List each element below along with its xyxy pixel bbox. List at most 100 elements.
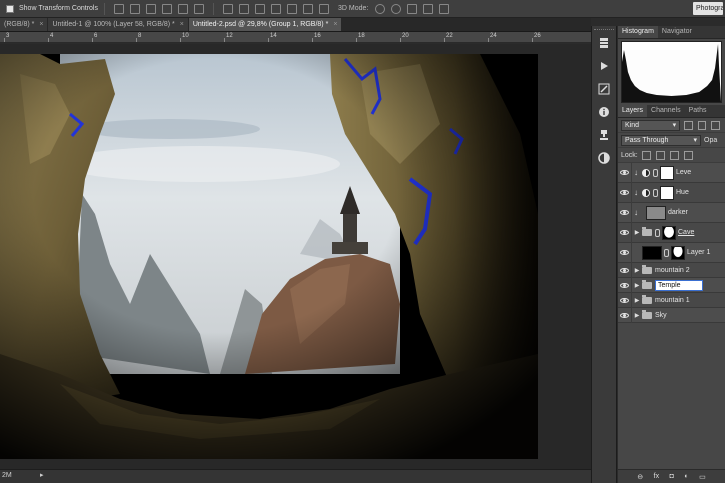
layer-mask-thumbnail[interactable] [671,245,685,260]
tab-document-3[interactable]: Untitled-2.psd @ 29,8% (Group 1, RGB/8) … [188,18,342,31]
align-bottom-icon[interactable] [145,3,156,14]
layer-temple[interactable]: ▶ Temple [618,277,725,293]
auto-align-icon[interactable] [318,3,329,14]
distribute-hcenter-icon[interactable] [286,3,297,14]
layer-layer-1[interactable]: Layer 1 [618,242,725,263]
tab-document-2[interactable]: Untitled-1 @ 100% (Layer 58, RGB/8) * × [48,18,188,31]
tab-label: Untitled-1 @ 100% (Layer 58, RGB/8) * [52,21,175,28]
histogram-panel [618,39,725,105]
align-left-icon[interactable] [161,3,172,14]
3d-drag-icon[interactable] [407,3,418,14]
tab-paths[interactable]: Paths [685,105,711,117]
visibility-toggle[interactable] [618,277,632,293]
layer-comps-icon[interactable] [597,36,611,50]
brush-icon[interactable] [597,82,611,96]
close-icon[interactable]: × [39,18,43,31]
visibility-toggle[interactable] [618,202,632,223]
clone-source-icon[interactable] [597,128,611,142]
close-icon[interactable]: × [180,18,184,31]
eye-icon [620,210,629,215]
chevron-down-icon: ▾ [672,121,677,129]
visibility-toggle[interactable] [618,162,632,183]
ruler-tick [532,38,533,42]
distribute-left-icon[interactable] [270,3,281,14]
eye-icon [620,282,629,288]
align-right-icon[interactable] [193,3,204,14]
align-top-icon[interactable] [113,3,124,14]
strip-grip[interactable] [594,29,614,32]
tab-channels[interactable]: Channels [647,105,685,117]
visibility-toggle[interactable] [618,262,632,278]
visibility-toggle[interactable] [618,222,632,243]
filter-kind-select[interactable]: Kind ▾ [621,119,681,131]
expand-arrow-icon[interactable]: ▶ [632,267,642,274]
layer-mountain-2[interactable]: ▶ mountain 2 [618,262,725,278]
close-icon[interactable]: × [333,18,337,31]
layer-thumbnail[interactable] [646,205,666,220]
layer-name: Layer 1 [687,249,711,256]
canvas-area[interactable] [0,44,591,469]
status-menu-arrow[interactable]: ▸ [40,471,44,479]
lock-pixels-icon[interactable] [655,150,665,160]
3d-slide-icon[interactable] [423,3,434,14]
layer-mask-thumbnail[interactable] [660,165,674,180]
tab-layers[interactable]: Layers [618,105,648,117]
fx-button[interactable]: fx [654,473,659,480]
show-transform-checkbox[interactable] [6,4,14,13]
visibility-toggle[interactable] [618,182,632,203]
expand-arrow-icon[interactable]: ▶ [632,229,642,236]
tab-document-1[interactable]: (RGB/8) * × [0,18,48,31]
tab-histogram[interactable]: Histogram [618,26,658,38]
expand-arrow-icon[interactable]: ▶ [632,312,642,319]
distribute-top-icon[interactable] [222,3,233,14]
align-hcenter-icon[interactable] [177,3,188,14]
workspace-switcher[interactable]: Photography [693,2,723,15]
play-icon[interactable] [597,59,611,73]
document-canvas[interactable] [0,54,538,459]
expand-arrow-icon[interactable]: ▶ [632,297,642,304]
layer-sky[interactable]: ▶ Sky [618,307,725,323]
info-icon[interactable] [597,105,611,119]
horizontal-ruler[interactable]: 3 4 6 8 10 12 14 16 18 20 22 24 26 [0,32,591,43]
link-layers-icon[interactable]: ⊖ [637,473,643,481]
distribute-bottom-icon[interactable] [254,3,265,14]
ruler-tick [444,38,445,42]
layer-mountain-1[interactable]: ▶ mountain 1 [618,292,725,308]
layer-darker[interactable]: ↓ darker [618,202,725,223]
filter-type-icon[interactable] [711,120,720,130]
expand-arrow-icon[interactable]: ▶ [632,282,642,289]
ruler-label: 16 [314,33,321,39]
options-bar: Show Transform Controls 3D Mode: Photogr… [0,0,725,18]
filter-adjust-icon[interactable] [697,120,707,130]
3d-rotate-icon[interactable] [375,3,386,14]
add-mask-icon[interactable]: ◘ [670,473,674,480]
3d-roll-icon[interactable] [391,3,402,14]
visibility-toggle[interactable] [618,307,632,323]
layer-thumbnail[interactable] [642,245,662,260]
lock-all-icon[interactable] [683,150,693,160]
layer-rename-field[interactable]: Temple [655,279,703,291]
layer-cave[interactable]: ▶ Cave [618,222,725,243]
blend-mode-select[interactable]: Pass Through ▾ [621,134,701,146]
clipping-icon: ↓ [634,188,638,197]
layers-list: ↓ Leve ↓ Hue ↓ darker ▶ Cave Layer 1 ▶ m… [618,162,725,323]
visibility-toggle[interactable] [618,292,632,308]
color-wheel-icon[interactable] [597,151,611,165]
layer-mask-thumbnail[interactable] [660,185,674,200]
layer-levels[interactable]: ↓ Leve [618,162,725,183]
adjustment-icon[interactable]: ◐ [684,473,688,480]
layer-hue[interactable]: ↓ Hue [618,182,725,203]
lock-position-icon[interactable] [669,150,679,160]
3d-scale-icon[interactable] [439,3,450,14]
filter-kind-value: Kind [625,121,640,129]
distribute-right-icon[interactable] [302,3,313,14]
layer-mask-thumbnail[interactable] [662,225,676,240]
ruler-label: 10 [182,33,189,39]
tab-navigator[interactable]: Navigator [658,26,696,38]
visibility-toggle[interactable] [618,242,632,263]
new-group-icon[interactable]: ▭ [699,473,706,481]
align-vcenter-icon[interactable] [129,3,140,14]
filter-pixel-icon[interactable] [684,120,693,130]
distribute-vcenter-icon[interactable] [238,3,249,14]
lock-transparent-icon[interactable] [641,150,651,160]
